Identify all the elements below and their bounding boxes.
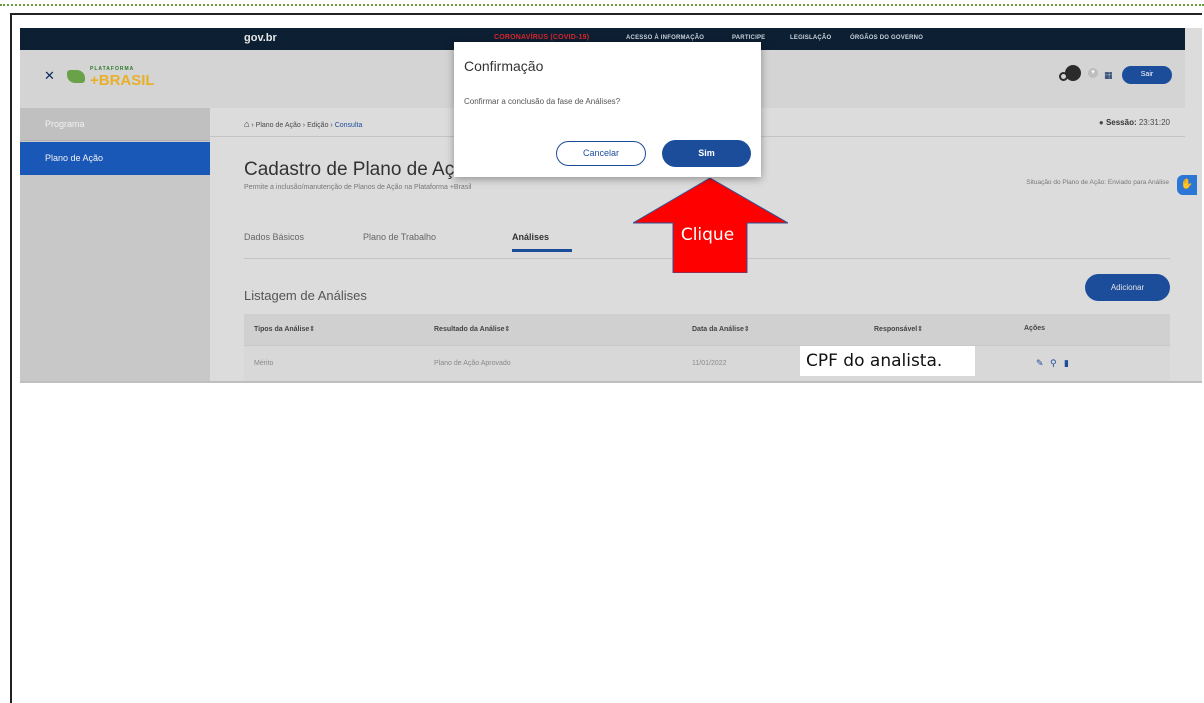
cell-data: 11/01/2022 bbox=[692, 360, 727, 367]
tab-analises[interactable]: Análises bbox=[512, 232, 549, 242]
sidebar: Programa Plano de Ação bbox=[20, 108, 210, 381]
add-analysis-button[interactable]: Adicionar bbox=[1085, 274, 1170, 301]
govbar-link-covid[interactable]: CORONAVÍRUS (COVID-19) bbox=[494, 34, 589, 41]
breadcrumb: ⌂ › Plano de Ação › Edição › Consulta bbox=[244, 119, 363, 129]
brand-name[interactable]: +BRASIL bbox=[90, 72, 155, 89]
column-header[interactable]: Responsável⇕ bbox=[874, 325, 923, 333]
apps-grid-icon[interactable]: ▦ bbox=[1104, 70, 1113, 81]
pencil-icon[interactable]: ✎ bbox=[1036, 358, 1044, 369]
screenshot-bottom-edge bbox=[20, 381, 1202, 383]
tab-dados-basicos[interactable]: Dados Básicos bbox=[244, 232, 304, 242]
list-title: Listagem de Análises bbox=[244, 288, 367, 303]
scrollbar[interactable] bbox=[1185, 28, 1202, 381]
session-label: Sessão: bbox=[1105, 118, 1137, 127]
chevron-down-icon[interactable]: ▾ bbox=[1088, 68, 1098, 78]
logout-button[interactable]: Sair bbox=[1122, 66, 1172, 84]
sidebar-item-programa[interactable]: Programa bbox=[20, 108, 210, 141]
page-subtitle: Permite a inclusão/manutenção de Planos … bbox=[244, 184, 472, 191]
confirm-button[interactable]: Sim bbox=[662, 140, 751, 167]
plan-status: Situação do Plano de Ação: Enviado para … bbox=[1026, 179, 1169, 186]
top-dotted-rule bbox=[0, 4, 1204, 6]
column-header[interactable]: Tipos da Análise⇕ bbox=[254, 325, 315, 333]
dialog-title: Confirmação bbox=[464, 58, 544, 74]
table-row: Mérito Plano de Ação Aprovado 11/01/2022… bbox=[244, 345, 1170, 381]
govbar-link-legislacao[interactable]: LEGISLAÇÃO bbox=[790, 35, 831, 41]
column-header[interactable]: Resultado da Análise⇕ bbox=[434, 325, 510, 333]
cell-resultado: Plano de Ação Aprovado bbox=[434, 360, 511, 367]
home-icon[interactable]: ⌂ bbox=[244, 119, 249, 129]
active-tab-indicator bbox=[512, 249, 572, 252]
dialog-message: Confirmar a conclusão da fase de Análise… bbox=[464, 97, 621, 106]
trash-icon[interactable]: ▮ bbox=[1064, 358, 1069, 369]
page-title: Cadastro de Plano de Açã bbox=[244, 159, 465, 180]
clique-annotation: Clique bbox=[680, 225, 735, 245]
accessibility-icon[interactable]: ✋ bbox=[1177, 175, 1197, 195]
breadcrumb-item-consulta: Consulta bbox=[334, 122, 363, 129]
table-header: Tipos da Análise⇕ Resultado da Análise⇕ … bbox=[244, 314, 1170, 345]
breadcrumb-item-plano[interactable]: Plano de Ação bbox=[256, 122, 301, 129]
session-time: 23:31:20 bbox=[1138, 118, 1170, 127]
search-icon[interactable]: ⚲ bbox=[1050, 358, 1057, 369]
cpf-annotation: CPF do analista. bbox=[800, 346, 975, 376]
sidebar-item-plano-de-acao[interactable]: Plano de Ação bbox=[20, 142, 210, 175]
tab-plano-de-trabalho[interactable]: Plano de Trabalho bbox=[363, 232, 436, 242]
column-header[interactable]: Data da Análise⇕ bbox=[692, 325, 750, 333]
govbr-logo[interactable]: gov.br bbox=[244, 32, 277, 44]
clock-icon: ● bbox=[1098, 118, 1104, 127]
session-timer: ● Sessão: 23:31:20 bbox=[1099, 118, 1170, 127]
cancel-button[interactable]: Cancelar bbox=[556, 141, 646, 166]
user-icon[interactable] bbox=[1059, 65, 1081, 81]
column-header: Ações bbox=[1024, 325, 1046, 332]
govbar-link-participe[interactable]: PARTICIPE bbox=[732, 35, 765, 41]
confirmation-dialog: Confirmação Confirmar a conclusão da fas… bbox=[454, 42, 761, 177]
close-menu-icon[interactable]: ✕ bbox=[44, 68, 55, 84]
govbar-link-orgaos[interactable]: ÓRGÃOS DO GOVERNO bbox=[850, 35, 923, 41]
govbar-link-acesso[interactable]: ACESSO À INFORMAÇÃO bbox=[626, 35, 704, 41]
brasil-map-icon bbox=[67, 70, 85, 83]
cell-tipo: Mérito bbox=[254, 360, 274, 367]
breadcrumb-item-edicao[interactable]: Edição bbox=[307, 122, 328, 129]
